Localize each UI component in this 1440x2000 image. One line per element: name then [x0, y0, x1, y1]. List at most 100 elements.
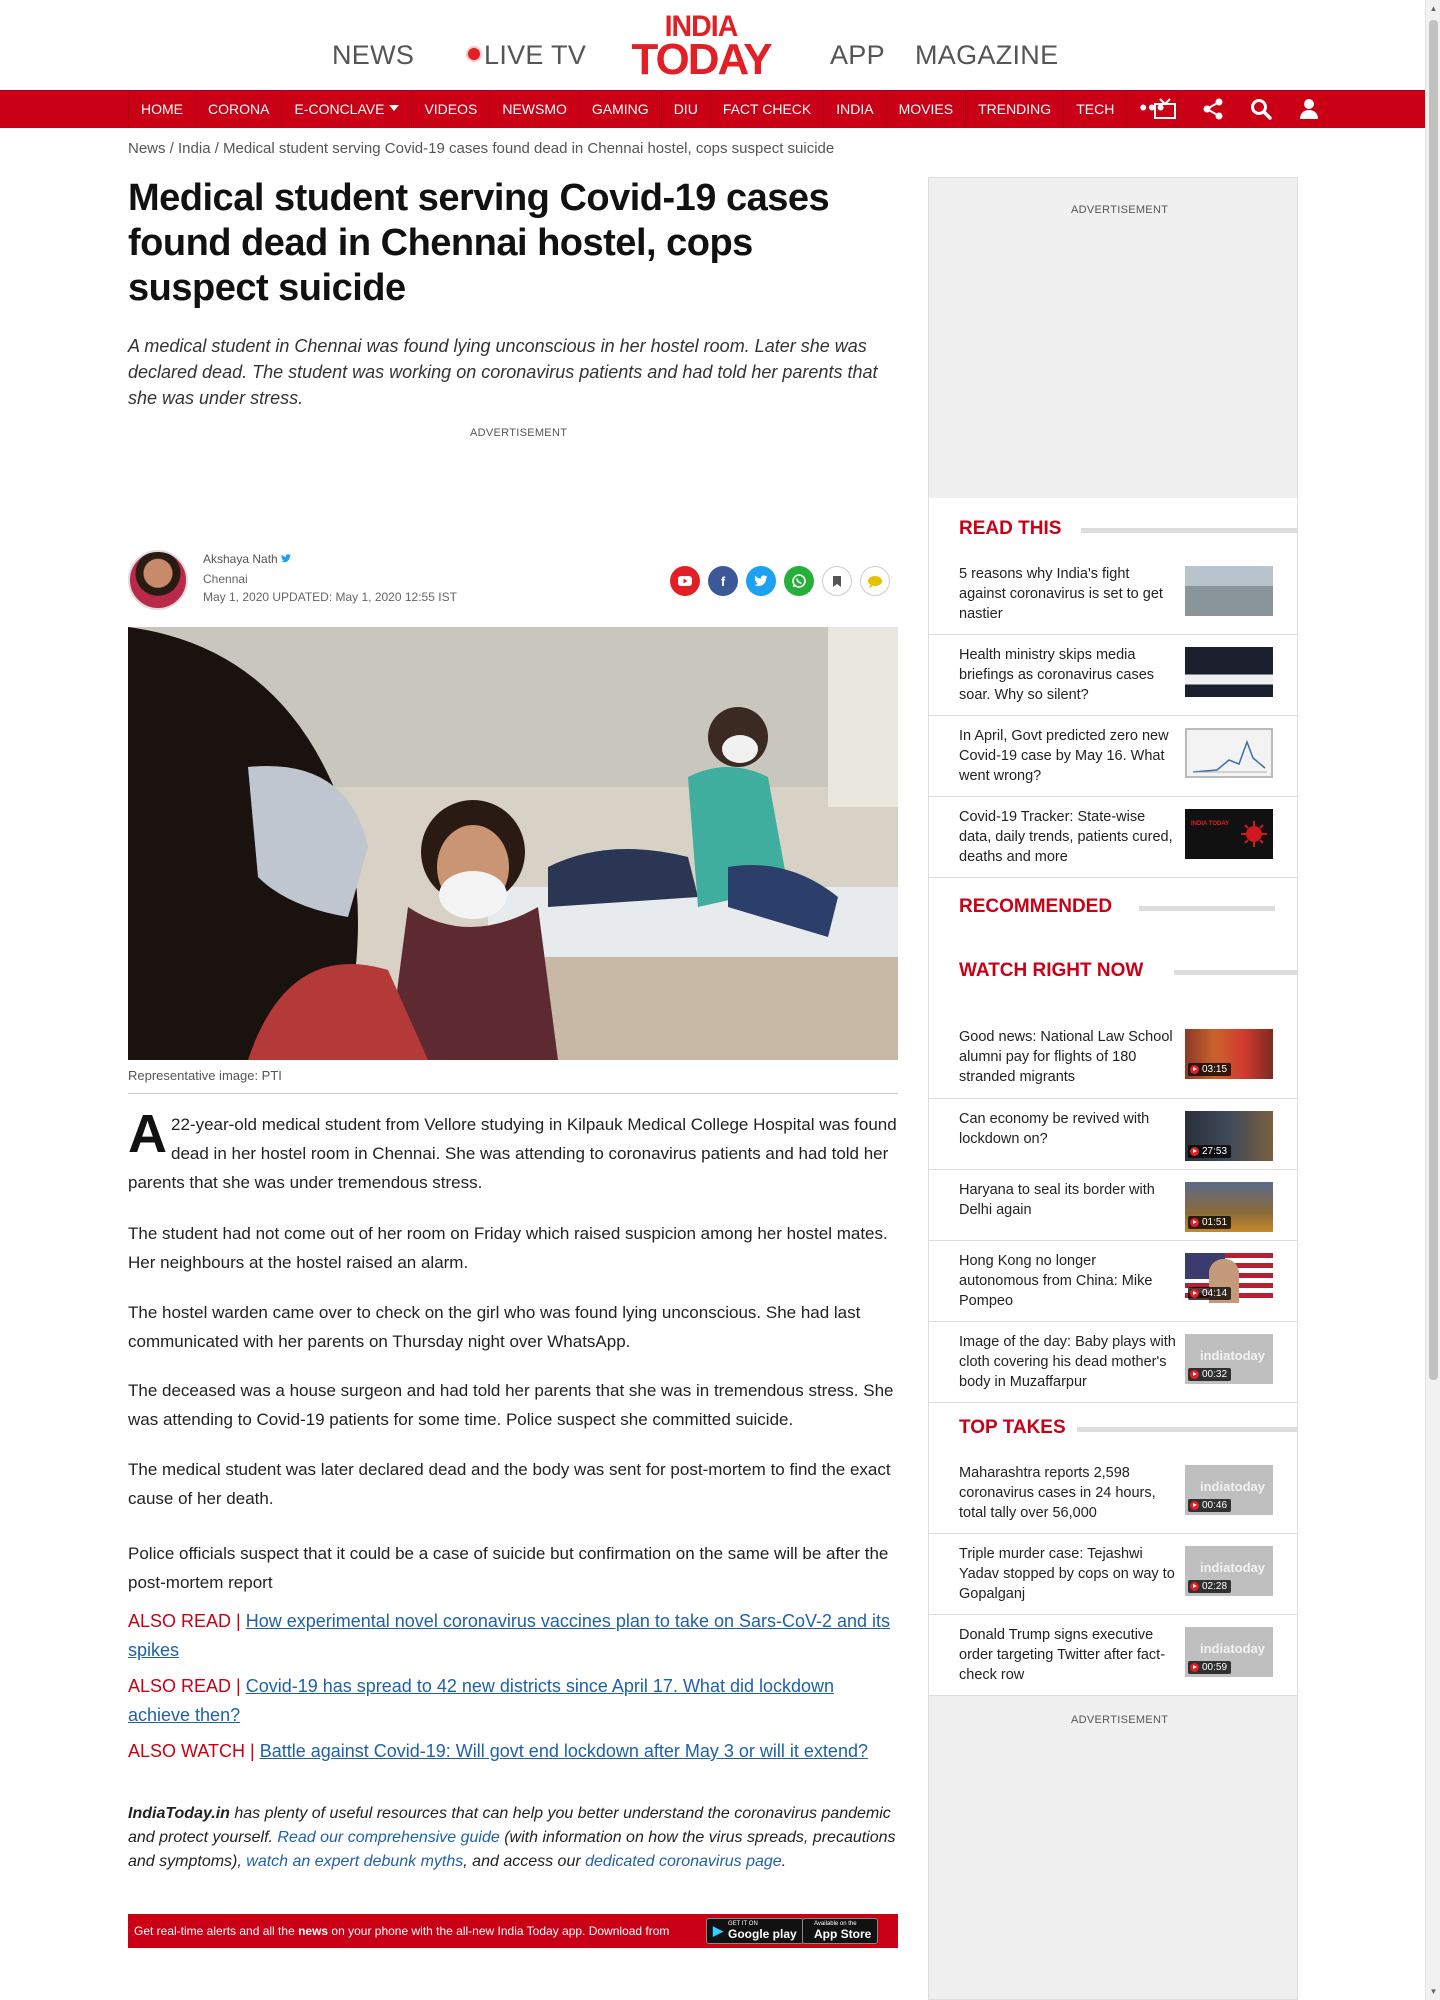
also-read-2: ALSO READ | Covid-19 has spread to 42 ne… — [128, 1672, 898, 1730]
video-duration-badge: 04:14 — [1188, 1287, 1232, 1300]
read-this-thumbnail — [1185, 647, 1273, 697]
video-item[interactable]: Can economy be revived with lockdown on?… — [929, 1099, 1297, 1170]
video-duration-badge: 01:51 — [1188, 1216, 1232, 1229]
video-thumbnail: indiatoday 00:46 — [1185, 1465, 1273, 1515]
read-this-item[interactable]: Covid-19 Tracker: State-wise data, daily… — [929, 797, 1297, 878]
guide-link[interactable]: Read our comprehensive guide — [277, 1829, 499, 1846]
author-name[interactable]: Akshaya Nath — [203, 552, 291, 566]
menu-tech[interactable]: TECH — [1064, 91, 1128, 127]
menu-gaming[interactable]: GAMING — [580, 91, 662, 127]
video-item[interactable]: Haryana to seal its border with Delhi ag… — [929, 1170, 1297, 1241]
video-item[interactable]: Maharashtra reports 2,598 coronavirus ca… — [929, 1453, 1297, 1534]
paragraph-5: The medical student was later declared d… — [128, 1460, 891, 1508]
read-this-heading: READ THIS — [959, 518, 1062, 539]
read-this-title: In April, Govt predicted zero new Covid-… — [959, 728, 1169, 784]
menu-videos[interactable]: VIDEOS — [412, 91, 491, 127]
duration-text: 03:15 — [1202, 1064, 1228, 1075]
scroll-up-arrow-icon[interactable]: ▲ — [1426, 0, 1440, 17]
watch-right-now-list: Good news: National Law School alumni pa… — [929, 1017, 1297, 1586]
also-watch-link[interactable]: Battle against Covid-19: Will govt end l… — [260, 1741, 868, 1761]
nav-news-link[interactable]: NEWS — [332, 40, 414, 71]
also-label: ALSO READ | — [128, 1611, 246, 1631]
app-store-button[interactable]: Available on the App Store — [802, 1918, 879, 1944]
play-icon — [1190, 1065, 1199, 1074]
brand-name: IndiaToday.in — [128, 1805, 230, 1822]
video-duration-badge: 00:59 — [1188, 1661, 1232, 1674]
read-this-item[interactable]: Health ministry skips media briefings as… — [929, 635, 1297, 716]
whatsapp-icon[interactable] — [784, 566, 814, 596]
menu-e-conclave-label: E-CONCLAVE — [294, 101, 385, 117]
author-city: Chennai — [203, 572, 248, 586]
read-this-item[interactable]: 5 reasons why India's fight against coro… — [929, 554, 1297, 635]
video-thumbnail: 04:14 — [1185, 1253, 1273, 1303]
nav-app-link[interactable]: APP — [830, 40, 885, 71]
video-thumbnail: 27:53 — [1185, 1111, 1273, 1161]
video-item[interactable]: Hong Kong no longer autonomous from Chin… — [929, 1241, 1297, 1322]
breadcrumb[interactable]: News / India / Medical student serving C… — [128, 140, 834, 157]
comment-icon[interactable] — [860, 566, 890, 596]
debunk-myths-link[interactable]: watch an expert debunk myths — [246, 1853, 463, 1870]
duration-text: 00:59 — [1202, 1662, 1228, 1673]
watch-right-now-heading: WATCH RIGHT NOW — [959, 960, 1144, 981]
share-buttons: f — [670, 566, 890, 596]
tracker-thumb-label: INDIA TODAY — [1191, 821, 1230, 827]
top-takes-list: Triple murder case: Tejashwi Yadav stopp… — [929, 1534, 1297, 1696]
article-summary: A medical student in Chennai was found l… — [128, 336, 878, 408]
user-icon[interactable] — [1296, 96, 1322, 122]
author-name-text: Akshaya Nath — [203, 552, 278, 566]
menu-diu[interactable]: DIU — [662, 91, 711, 127]
app-bar-text: Get real-time alerts and all the news on… — [134, 1924, 669, 1938]
youtube-icon[interactable] — [670, 566, 700, 596]
twitter-bird-icon[interactable] — [280, 554, 291, 563]
scrollbar-thumb[interactable] — [1429, 20, 1438, 1380]
video-title: Image of the day: Baby plays with cloth … — [959, 1334, 1176, 1390]
paragraph-3: The hostel warden came over to check on … — [128, 1303, 861, 1351]
heading-rule — [1077, 1427, 1297, 1432]
nav-magazine-link[interactable]: MAGAZINE — [915, 40, 1058, 71]
twitter-icon[interactable] — [746, 566, 776, 596]
logo-bottom-text: TODAY — [631, 35, 772, 84]
search-icon[interactable] — [1248, 96, 1274, 122]
menu-fact-check[interactable]: FACT CHECK — [711, 91, 825, 127]
paragraph-6: Police officials suspect that it could b… — [128, 1544, 889, 1592]
menu-corona[interactable]: CORONA — [196, 91, 283, 127]
video-item[interactable]: Donald Trump signs executive order targe… — [929, 1615, 1297, 1696]
scroll-down-arrow-icon[interactable]: ▼ — [1426, 1983, 1440, 2000]
read-this-title: Health ministry skips media briefings as… — [959, 647, 1155, 703]
play-icon — [1190, 1289, 1199, 1298]
page-scrollbar[interactable]: ▲ ▼ — [1425, 0, 1440, 2000]
read-this-item[interactable]: In April, Govt predicted zero new Covid-… — [929, 716, 1297, 797]
video-item[interactable]: Good news: National Law School alumni pa… — [929, 1017, 1297, 1099]
article-title: Medical student serving Covid-19 cases f… — [128, 177, 830, 309]
menu-newsmo[interactable]: NEWSMO — [490, 91, 580, 127]
virus-icon — [1241, 821, 1267, 847]
menu-india[interactable]: INDIA — [824, 91, 887, 127]
read-this-section: READ THIS 5 reasons why India's fight ag… — [929, 498, 1297, 1056]
menu-trending[interactable]: TRENDING — [966, 91, 1065, 127]
nav-live-tv-link[interactable]: LIVE TV — [468, 40, 586, 71]
google-play-button[interactable]: ▶ GET IT ON Google play — [706, 1918, 804, 1944]
video-item[interactable]: Triple murder case: Tejashwi Yadav stopp… — [929, 1534, 1297, 1615]
tv-icon[interactable] — [1152, 96, 1178, 122]
app-download-bar: Get real-time alerts and all the news on… — [128, 1914, 898, 1948]
sidebar-ad-label-2: ADVERTISEMENT — [1071, 1714, 1169, 1726]
menu-home[interactable]: HOME — [128, 91, 196, 127]
coronavirus-page-link[interactable]: dedicated coronavirus page — [585, 1853, 782, 1870]
facebook-icon[interactable]: f — [708, 566, 738, 596]
app-store-text: App Store — [814, 1927, 872, 1941]
author-avatar[interactable] — [128, 550, 188, 610]
hero-image[interactable] — [128, 627, 898, 1060]
resources-text: . — [781, 1853, 787, 1870]
share-icon[interactable] — [1200, 96, 1226, 122]
video-title: Donald Trump signs executive order targe… — [959, 1627, 1166, 1683]
app-bar-pre: Get real-time alerts and all the — [134, 1924, 299, 1938]
india-today-logo[interactable]: INDIA TODAY — [626, 12, 776, 82]
bookmark-icon[interactable] — [822, 566, 852, 596]
play-icon — [1190, 1501, 1199, 1510]
menu-movies[interactable]: MOVIES — [887, 91, 967, 127]
also-label: ALSO WATCH | — [128, 1741, 260, 1761]
video-item[interactable]: Image of the day: Baby plays with cloth … — [929, 1322, 1297, 1403]
chevron-down-icon — [389, 105, 400, 112]
menu-e-conclave[interactable]: E-CONCLAVE — [282, 91, 413, 127]
duration-text: 00:32 — [1202, 1369, 1228, 1380]
